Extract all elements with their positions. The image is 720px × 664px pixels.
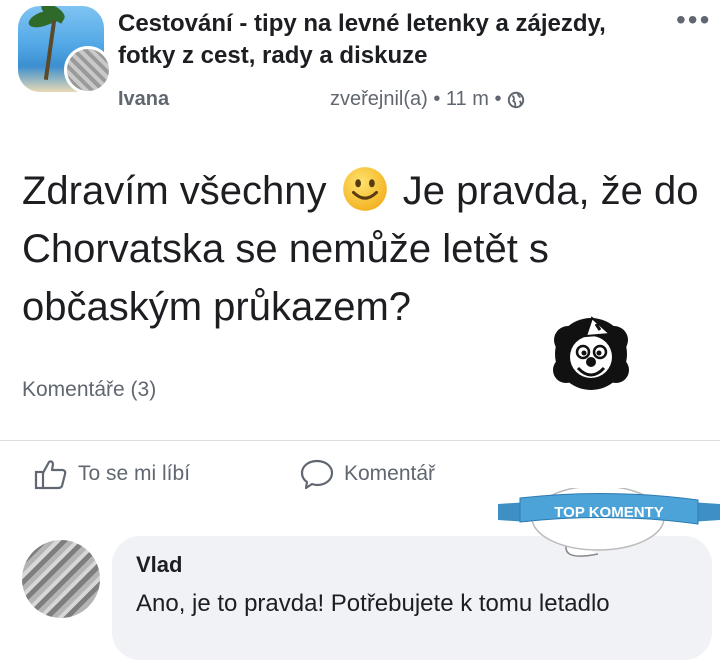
smiley-emoji: [342, 167, 387, 211]
author-avatar[interactable]: [64, 46, 112, 94]
author-name-link[interactable]: Ivana: [118, 88, 169, 111]
more-icon[interactable]: •••: [676, 4, 711, 36]
commenter-avatar[interactable]: [22, 540, 100, 618]
clown-sticker: [553, 316, 629, 390]
like-button[interactable]: To se mi líbí: [34, 458, 190, 490]
like-label: To se mi líbí: [78, 462, 191, 485]
group-name-link[interactable]: Cestování - tipy na levné letenky a záje…: [118, 8, 638, 72]
top-komenty-banner: TOP KOMENTY: [498, 488, 720, 557]
post-meta-text[interactable]: zveřejnil(a) • 11 m •: [330, 88, 501, 111]
comment-label: Komentář: [344, 462, 436, 485]
comments-count-link[interactable]: Komentáře (3): [22, 378, 156, 402]
post-text-start: Zdravím všechny: [22, 169, 327, 213]
post-meta: zveřejnil(a) • 11 m •: [330, 88, 525, 111]
thumbs-up-icon: [34, 460, 67, 490]
comment-text: Ano, je to pravda! Potřebujete k tomu le…: [136, 590, 610, 617]
post-text: Zdravím všechny Je pravda, že do Chorvat…: [22, 162, 702, 336]
comment-button[interactable]: Komentář: [300, 458, 435, 490]
banner-text: TOP KOMENTY: [554, 504, 663, 521]
commenter-name-link[interactable]: Vlad: [136, 552, 182, 578]
comment-icon: [300, 459, 334, 490]
globe-icon: [508, 91, 525, 108]
divider: [0, 440, 720, 441]
